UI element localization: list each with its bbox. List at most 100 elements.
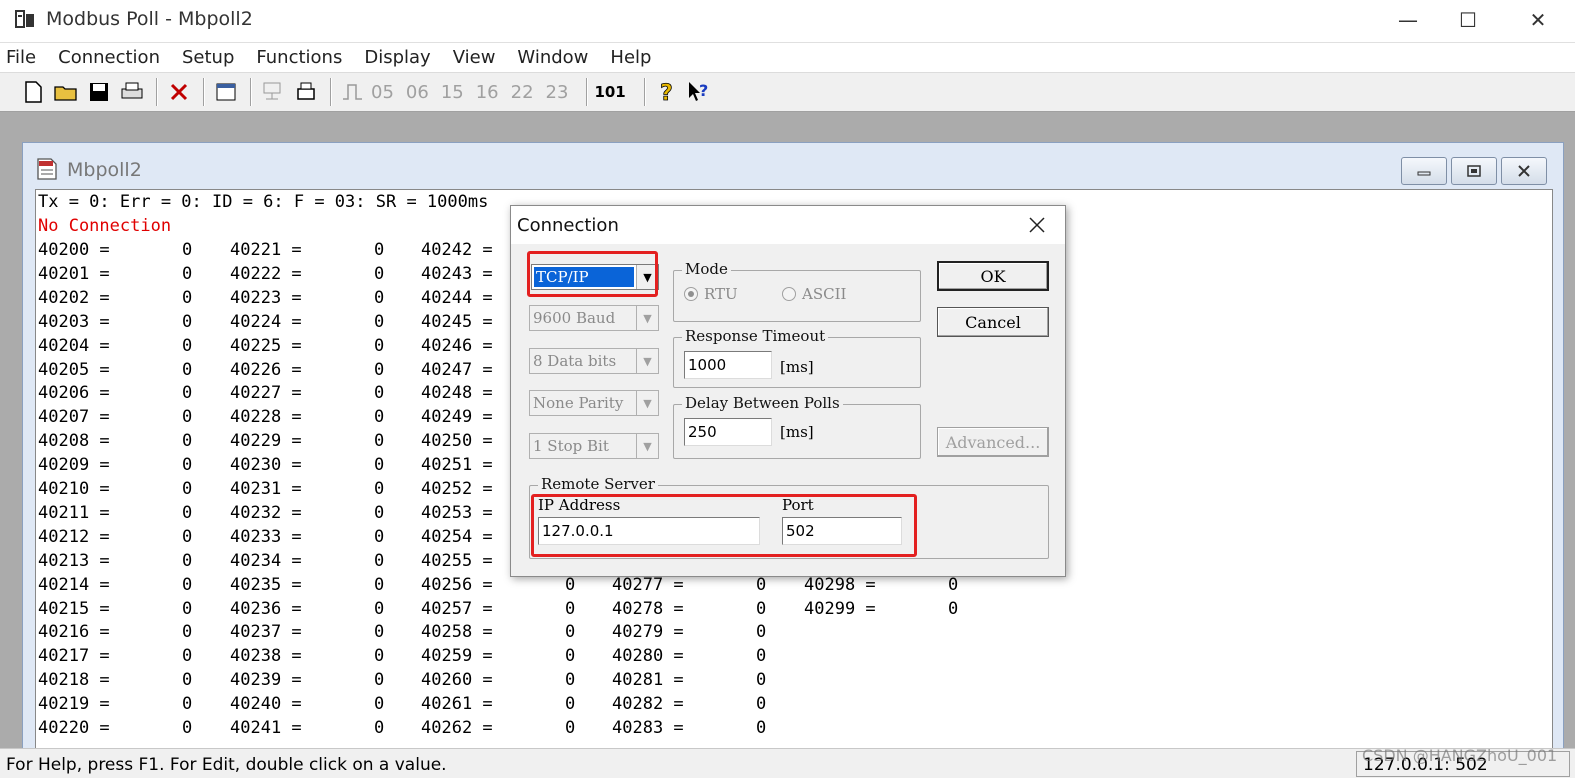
child-close-button[interactable] <box>1501 157 1547 185</box>
register-value[interactable]: 0 <box>756 646 766 666</box>
monitor-button[interactable] <box>258 77 288 107</box>
menu-help[interactable]: Help <box>610 47 651 68</box>
mode-rtu-radio[interactable]: RTU <box>684 285 738 303</box>
register-value[interactable]: 0 <box>756 599 766 619</box>
register-value[interactable]: 0 <box>182 407 192 427</box>
register-value[interactable]: 0 <box>182 240 192 260</box>
register-value[interactable]: 0 <box>374 622 384 642</box>
register-value[interactable]: 0 <box>182 551 192 571</box>
fc-16-button[interactable]: 16 <box>476 82 499 103</box>
register-value[interactable]: 0 <box>374 575 384 595</box>
register-value[interactable]: 0 <box>565 599 575 619</box>
register-value[interactable]: 0 <box>374 288 384 308</box>
connection-type-select[interactable]: TCP/IP ▼ <box>531 264 659 290</box>
register-value[interactable]: 0 <box>182 622 192 642</box>
minimize-button[interactable]: — <box>1378 0 1438 40</box>
menu-file[interactable]: File <box>6 47 36 68</box>
register-value[interactable]: 0 <box>182 288 192 308</box>
register-value[interactable]: 0 <box>374 240 384 260</box>
child-minimize-button[interactable] <box>1401 157 1447 185</box>
register-value[interactable]: 0 <box>374 360 384 380</box>
register-value[interactable]: 0 <box>182 575 192 595</box>
printer-config-button[interactable] <box>291 77 321 107</box>
menu-display[interactable]: Display <box>364 47 430 68</box>
response-timeout-input[interactable]: 1000 <box>684 351 772 379</box>
menu-setup[interactable]: Setup <box>182 47 234 68</box>
new-file-button[interactable] <box>18 77 48 107</box>
register-value[interactable]: 0 <box>565 622 575 642</box>
register-value[interactable]: 0 <box>565 575 575 595</box>
register-value[interactable]: 0 <box>182 360 192 380</box>
stop-bits-select[interactable]: 1 Stop Bit ▼ <box>529 433 659 459</box>
child-restore-button[interactable] <box>1451 157 1497 185</box>
register-value[interactable]: 0 <box>756 694 766 714</box>
register-value[interactable]: 0 <box>374 646 384 666</box>
register-value[interactable]: 0 <box>374 527 384 547</box>
print-button[interactable] <box>117 77 147 107</box>
register-value[interactable]: 0 <box>182 264 192 284</box>
register-value[interactable]: 0 <box>182 527 192 547</box>
close-button[interactable]: ✕ <box>1508 0 1568 40</box>
cancel-button[interactable]: Cancel <box>937 307 1049 337</box>
window-button[interactable] <box>211 77 241 107</box>
register-value[interactable]: 0 <box>182 383 192 403</box>
register-value[interactable]: 0 <box>374 383 384 403</box>
register-value[interactable]: 0 <box>756 670 766 690</box>
register-value[interactable]: 0 <box>182 718 192 738</box>
fc-15-button[interactable]: 15 <box>441 82 464 103</box>
disconnect-button[interactable] <box>164 77 194 107</box>
ip-address-input[interactable]: 127.0.0.1 <box>538 517 760 545</box>
save-button[interactable] <box>84 77 114 107</box>
register-value[interactable]: 0 <box>182 336 192 356</box>
fc-06-button[interactable]: 06 <box>406 82 429 103</box>
register-value[interactable]: 0 <box>756 718 766 738</box>
register-value[interactable]: 0 <box>182 503 192 523</box>
register-value[interactable]: 0 <box>374 479 384 499</box>
dialog-close-button[interactable] <box>1015 210 1059 240</box>
register-value[interactable]: 0 <box>374 264 384 284</box>
baud-select[interactable]: 9600 Baud ▼ <box>529 305 659 331</box>
register-value[interactable]: 0 <box>374 503 384 523</box>
fc-05-button[interactable]: 05 <box>371 82 394 103</box>
menu-connection[interactable]: Connection <box>58 47 160 68</box>
register-value[interactable]: 0 <box>374 336 384 356</box>
maximize-button[interactable]: ☐ <box>1438 0 1498 40</box>
menu-functions[interactable]: Functions <box>256 47 342 68</box>
register-value[interactable]: 0 <box>565 646 575 666</box>
register-value[interactable]: 0 <box>182 670 192 690</box>
fc-22-button[interactable]: 22 <box>511 82 534 103</box>
register-value[interactable]: 0 <box>374 407 384 427</box>
register-value[interactable]: 0 <box>182 479 192 499</box>
register-value[interactable]: 0 <box>374 670 384 690</box>
register-value[interactable]: 0 <box>182 431 192 451</box>
parity-select[interactable]: None Parity ▼ <box>529 390 659 416</box>
help-button[interactable]: ? <box>652 77 682 107</box>
register-value[interactable]: 0 <box>182 646 192 666</box>
register-value[interactable]: 0 <box>182 455 192 475</box>
register-value[interactable]: 0 <box>948 599 958 619</box>
context-help-button[interactable]: ? <box>685 77 715 107</box>
register-value[interactable]: 0 <box>182 312 192 332</box>
register-value[interactable]: 0 <box>374 455 384 475</box>
fc-23-button[interactable]: 23 <box>546 82 569 103</box>
register-value[interactable]: 0 <box>374 551 384 571</box>
menu-view[interactable]: View <box>453 47 496 68</box>
pulse-button[interactable] <box>338 77 368 107</box>
menu-window[interactable]: Window <box>517 47 588 68</box>
advanced-button[interactable]: Advanced... <box>937 427 1049 457</box>
register-value[interactable]: 0 <box>565 694 575 714</box>
port-input[interactable]: 502 <box>782 517 902 545</box>
mode-ascii-radio[interactable]: ASCII <box>782 285 846 303</box>
register-value[interactable]: 0 <box>948 575 958 595</box>
display-101-button[interactable]: 101 <box>594 83 625 101</box>
register-value[interactable]: 0 <box>756 575 766 595</box>
register-value[interactable]: 0 <box>565 718 575 738</box>
register-value[interactable]: 0 <box>182 599 192 619</box>
register-value[interactable]: 0 <box>756 622 766 642</box>
register-value[interactable]: 0 <box>182 694 192 714</box>
open-file-button[interactable] <box>51 77 81 107</box>
data-bits-select[interactable]: 8 Data bits ▼ <box>529 348 659 374</box>
delay-input[interactable]: 250 <box>684 418 772 446</box>
register-value[interactable]: 0 <box>374 718 384 738</box>
register-value[interactable]: 0 <box>565 670 575 690</box>
